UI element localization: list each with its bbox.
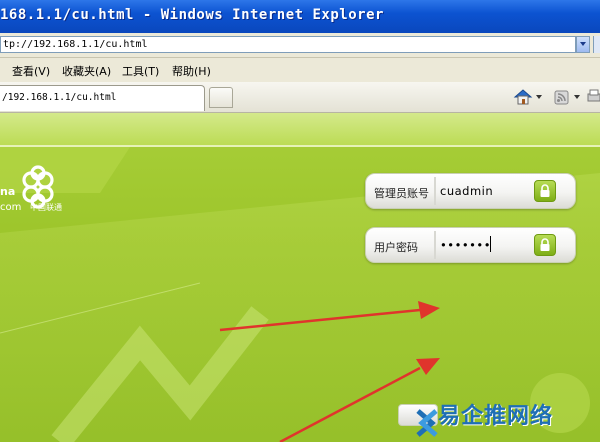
go-button[interactable] xyxy=(593,36,600,53)
feeds-dropdown-icon[interactable] xyxy=(574,95,580,99)
window-title: 168.1.1/cu.html - Windows Internet Explo… xyxy=(0,7,384,23)
arrow-to-account xyxy=(219,308,421,332)
tab-active[interactable]: /192.168.1.1/cu.html xyxy=(0,85,205,111)
arrow-head-icon xyxy=(416,358,440,375)
chevron-down-icon xyxy=(580,42,586,46)
menu-bar: 查看(V) 收藏夹(A) 工具(T) 帮助(H) xyxy=(0,58,600,83)
home-dropdown-icon[interactable] xyxy=(536,95,542,99)
address-input[interactable]: tp://192.168.1.1/cu.html xyxy=(0,36,576,53)
menu-item-favorites[interactable]: 收藏夹(A) xyxy=(62,63,111,79)
feeds-icon[interactable] xyxy=(553,88,571,106)
home-icon[interactable] xyxy=(513,88,533,106)
address-dropdown-button[interactable] xyxy=(576,36,590,53)
watermark-text: 易企推网络 xyxy=(438,403,554,429)
menu-item-view[interactable]: 查看(V) xyxy=(12,63,50,79)
new-tab-button[interactable] xyxy=(209,87,233,108)
arrow-head-icon xyxy=(418,301,440,319)
menu-item-help[interactable]: 帮助(H) xyxy=(172,63,211,79)
print-icon[interactable] xyxy=(587,88,600,106)
menu-item-tools[interactable]: 工具(T) xyxy=(122,63,159,79)
arrow-to-password xyxy=(279,366,421,442)
window-title-bar: 168.1.1/cu.html - Windows Internet Explo… xyxy=(0,0,600,33)
address-bar: tp://192.168.1.1/cu.html xyxy=(0,33,600,58)
tab-label: /192.168.1.1/cu.html xyxy=(2,92,117,103)
tab-bar: /192.168.1.1/cu.html xyxy=(0,82,600,113)
